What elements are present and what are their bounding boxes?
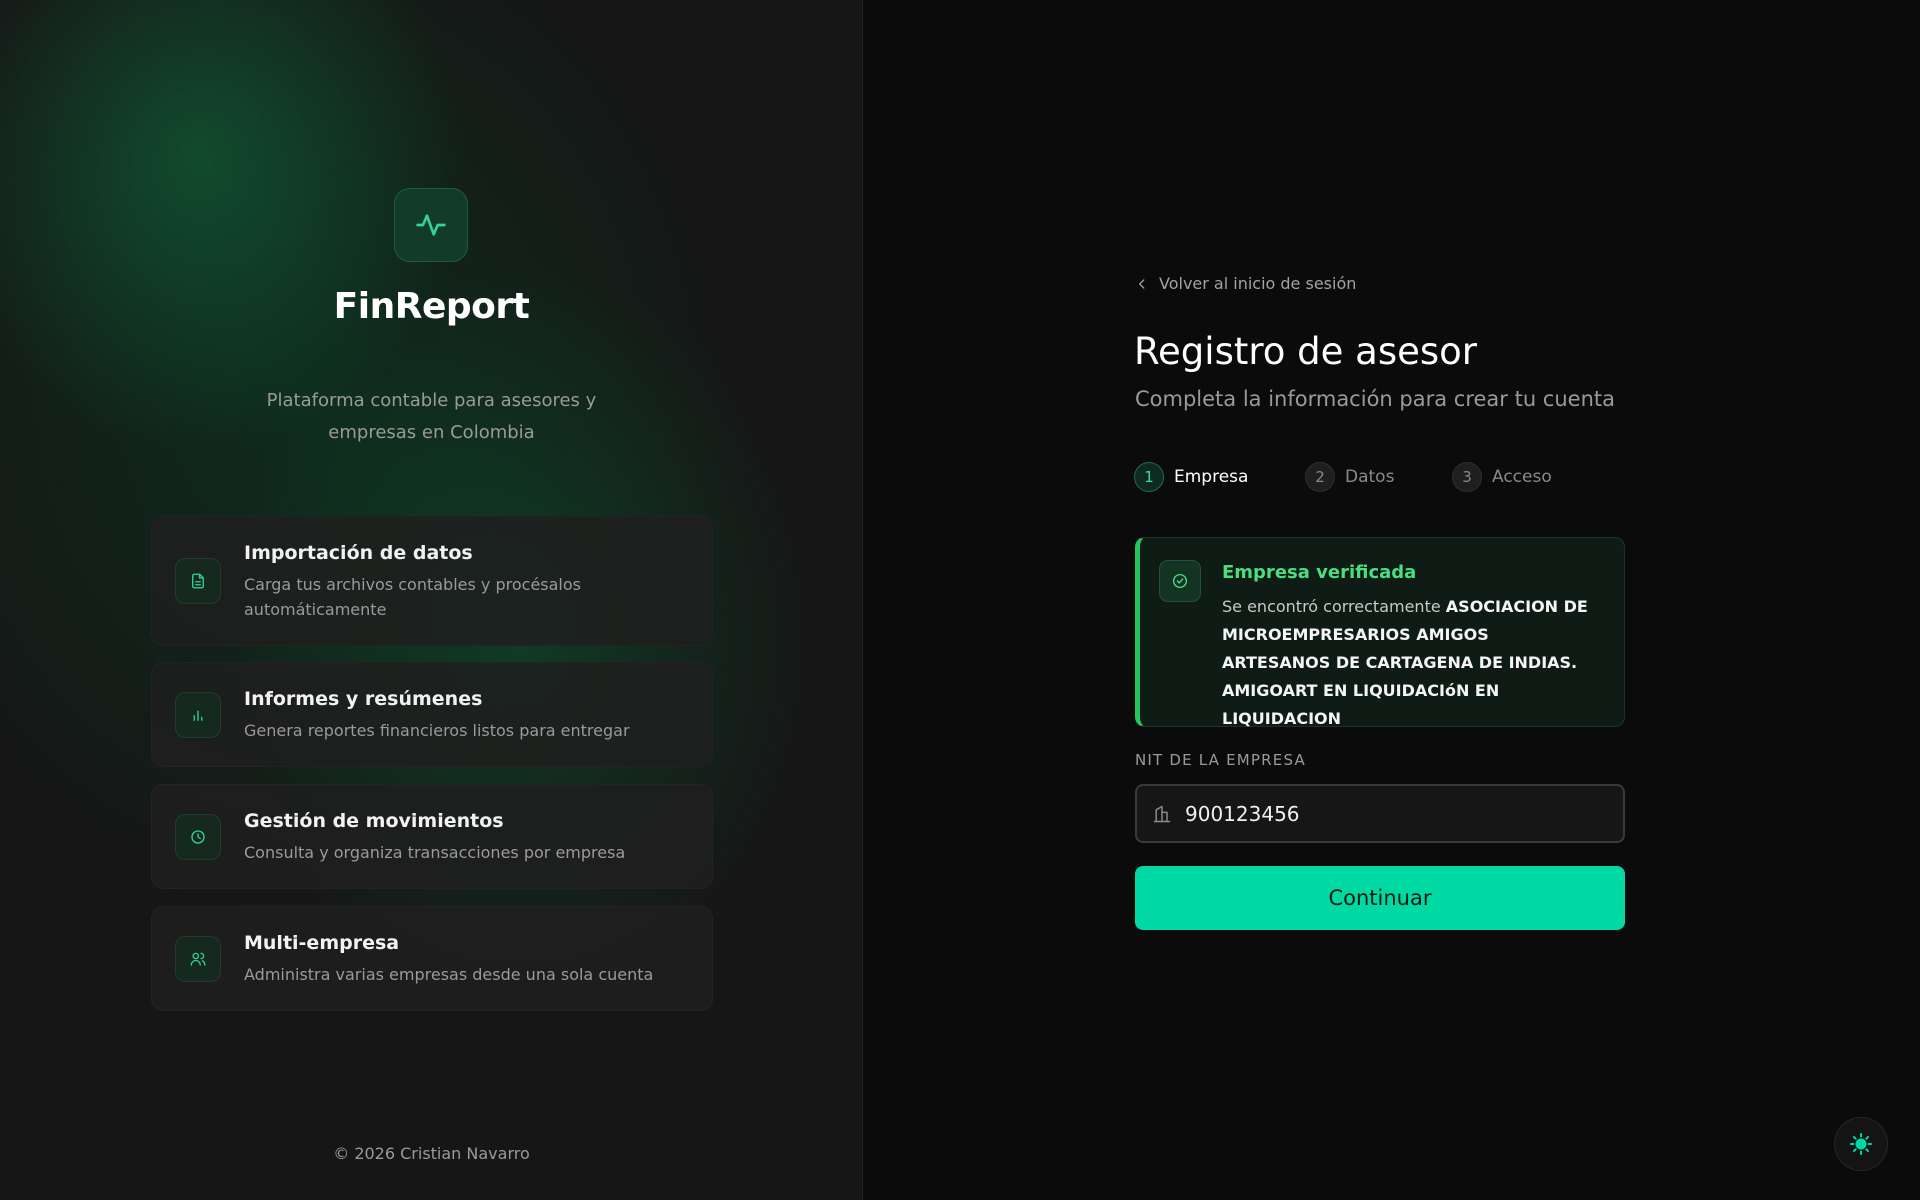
step-label: Acceso: [1492, 467, 1552, 487]
page-title: Registro de asesor: [1134, 330, 1478, 373]
step-label: Empresa: [1174, 467, 1249, 487]
step-number: 2: [1305, 462, 1335, 492]
feature-description: Consulta y organiza transacciones por em…: [244, 843, 626, 862]
step-label: Datos: [1345, 467, 1395, 487]
feature-description: Genera reportes financieros listos para …: [244, 721, 630, 740]
nit-label: NIT DE LA EMPRESA: [1135, 751, 1306, 769]
activity-icon: [416, 214, 446, 236]
copyright: © 2026 Cristian Navarro: [333, 1144, 530, 1163]
page-subtitle: Completa la información para crear tu cu…: [1135, 387, 1615, 411]
feature-title: Informes y resúmenes: [244, 688, 483, 710]
step-number: 3: [1452, 462, 1482, 492]
brand-tagline: Plataforma contable para asesores y empr…: [266, 390, 597, 443]
feature-card-reports: Informes y resúmenes Genera reportes fin…: [151, 662, 713, 767]
feature-card-import: Importación de datos Carga tus archivos …: [151, 516, 713, 646]
sun-icon: [1850, 1133, 1872, 1155]
brand-name: FinReport: [333, 286, 530, 327]
company-verified-alert: Empresa verificada Se encontró correctam…: [1135, 537, 1625, 728]
step-datos: 2 Datos: [1305, 462, 1394, 492]
feature-card-movements: Gestión de movimientos Consulta y organi…: [151, 784, 713, 889]
nit-field[interactable]: [1135, 784, 1625, 843]
continue-button[interactable]: Continuar: [1135, 866, 1625, 930]
brand-panel: FinReport Plataforma contable para aseso…: [0, 0, 863, 1200]
feature-card-multi-company: Multi-empresa Administra varias empresas…: [151, 906, 713, 1011]
feature-title: Importación de datos: [244, 542, 473, 564]
alert-message: Se encontró correctamente ASOCIACION DE …: [1222, 593, 1602, 733]
theme-toggle-button[interactable]: [1834, 1117, 1888, 1171]
bar-chart-icon: [175, 692, 221, 738]
feature-title: Gestión de movimientos: [244, 810, 504, 832]
step-number: 1: [1134, 462, 1164, 492]
step-empresa: 1 Empresa: [1134, 462, 1248, 492]
document-icon: [175, 558, 221, 604]
clock-icon: [175, 814, 221, 860]
feature-description: Carga tus archivos contables y procésalo…: [244, 575, 581, 619]
feature-description: Administra varias empresas desde una sol…: [244, 965, 654, 984]
nit-input[interactable]: [1185, 786, 1605, 841]
feature-title: Multi-empresa: [244, 932, 400, 954]
alert-prefix: Se encontró correctamente: [1222, 597, 1441, 616]
check-circle-icon: [1159, 560, 1201, 602]
back-link-label: Volver al inicio de sesión: [1159, 274, 1357, 293]
logo: [394, 188, 468, 262]
users-icon: [175, 936, 221, 982]
chevron-left-icon: [1139, 278, 1145, 289]
back-to-login-link[interactable]: Volver al inicio de sesión: [1135, 274, 1356, 293]
company-name: ASOCIACION DE MICROEMPRESARIOS AMIGOS AR…: [1222, 597, 1588, 728]
building-icon: [1153, 805, 1171, 823]
alert-title: Empresa verificada: [1222, 562, 1417, 583]
step-acceso: 3 Acceso: [1452, 462, 1552, 492]
